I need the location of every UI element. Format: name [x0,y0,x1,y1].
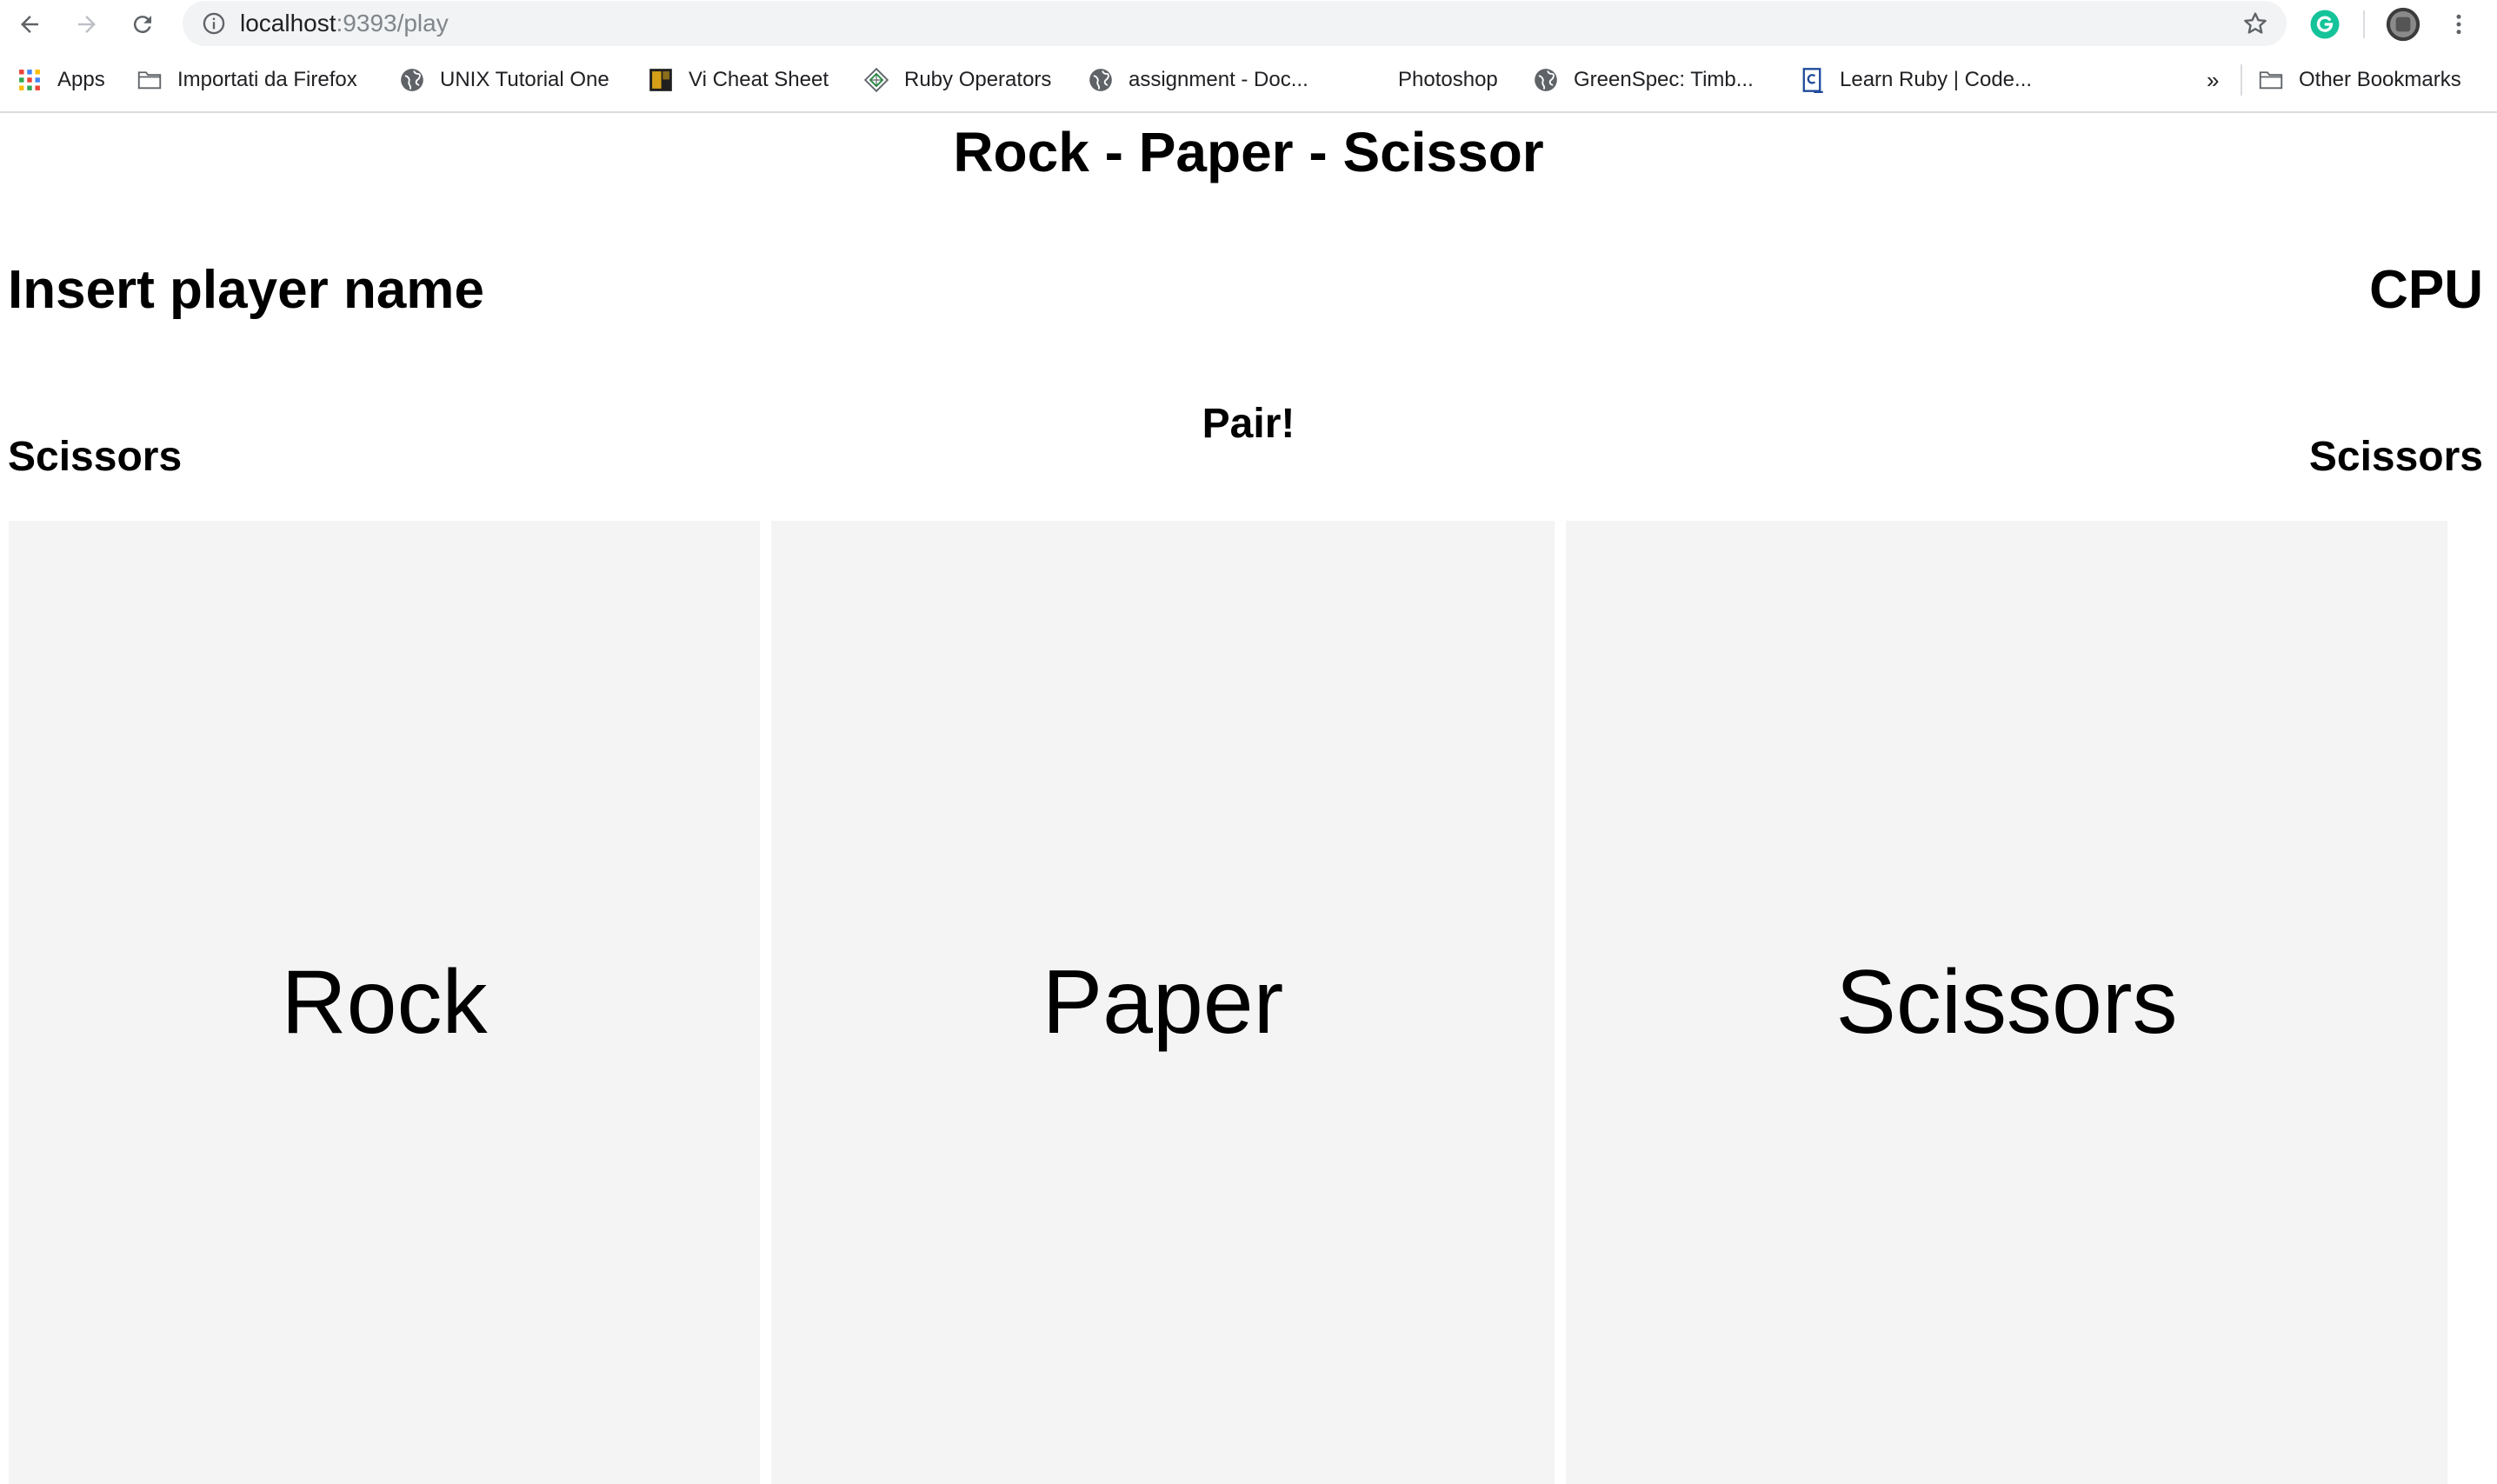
player-name-heading: Insert player name [8,260,484,320]
bookmark-greenspec[interactable]: GreenSpec: Timb... [1534,49,1754,111]
bookmark-label: Ruby Operators [904,68,1052,91]
back-button[interactable] [12,7,47,42]
bookmark-label: Apps [57,68,105,91]
url-text[interactable]: localhost:9393/play [240,1,449,46]
bookmark-other-bookmarks[interactable]: Other Bookmarks [2259,49,2461,111]
more-vertical-icon [2456,14,2461,35]
bookmarks-overflow-button[interactable]: » [2207,49,2219,111]
folder-icon [137,68,162,92]
forward-button[interactable] [70,7,104,42]
cpu-name-heading: CPU [2369,260,2483,320]
bookmark-label: Learn Ruby | Code... [1840,68,2033,91]
reload-icon [133,16,151,34]
toolbar-divider [2363,10,2365,38]
paper-label: Paper [1042,951,1284,1053]
globe-icon [400,68,424,92]
paper-button[interactable]: Paper [771,521,1555,1484]
codecademy-icon [1800,68,1824,93]
bookmark-label: Other Bookmarks [2299,68,2461,91]
bookmark-assignment-doc[interactable]: assignment - Doc... [1089,49,1308,111]
url-host: localhost [240,10,336,37]
scissors-button[interactable]: Scissors [1566,521,2447,1484]
apps-grid-icon [17,68,42,92]
result-text: Pair! [1202,401,1295,447]
bookmark-label: Vi Cheat Sheet [689,68,829,91]
browser-toolbar: localhost:9393/play [0,0,2497,49]
bookmark-vi-cheat-sheet[interactable]: Vi Cheat Sheet [649,49,829,111]
reload-button[interactable] [125,7,160,42]
bookmark-ruby-operators[interactable]: Ruby Operators [864,49,1051,111]
globe-icon [1089,68,1113,92]
rock-label: Rock [281,951,488,1053]
grammarly-icon [2310,10,2340,39]
cpu-choice: Scissors [2308,434,2483,480]
rock-button[interactable]: Rock [9,521,760,1484]
bookmarks-divider [2241,64,2242,96]
overflow-chevron-icon: » [2207,66,2220,93]
avatar [2386,7,2420,42]
profile-button[interactable] [2386,7,2420,42]
info-icon[interactable] [202,11,226,36]
bookmark-learn-ruby[interactable]: Learn Ruby | Code... [1800,49,2032,111]
menu-button[interactable] [2441,7,2476,42]
bookmark-apps[interactable]: Apps [17,49,105,111]
url-path: :9393/play [336,10,449,37]
bookmark-label: Importati da Firefox [177,68,357,91]
bookmark-photoshop[interactable]: Photoshop [1398,49,1498,111]
bookmarks-bar: Apps Importati da Firefox UNIX Tutorial … [0,49,2497,113]
page-title: Rock - Paper - Scissor [953,121,1544,183]
address-bar[interactable]: localhost:9393/play [183,1,2287,46]
forward-arrow-icon [78,16,96,33]
bookmark-label: Photoshop [1398,68,1498,91]
vi-sheet-icon [649,68,673,92]
player-choice: Scissors [8,434,183,480]
back-arrow-icon [21,16,38,33]
bookmark-label: GreenSpec: Timb... [1574,68,1754,91]
grammarly-extension-button[interactable] [2307,7,2342,42]
bookmark-star-icon[interactable] [2241,10,2269,37]
bookmark-label: assignment - Doc... [1129,68,1308,91]
bookmark-label: UNIX Tutorial One [440,68,609,91]
folder-icon [2259,68,2283,92]
bookmark-importati-da-firefox[interactable]: Importati da Firefox [137,49,357,111]
scissors-label: Scissors [1835,951,2178,1053]
ruby-diamond-icon [864,67,889,93]
globe-icon [1534,68,1558,92]
bookmark-unix-tutorial-one[interactable]: UNIX Tutorial One [400,49,609,111]
